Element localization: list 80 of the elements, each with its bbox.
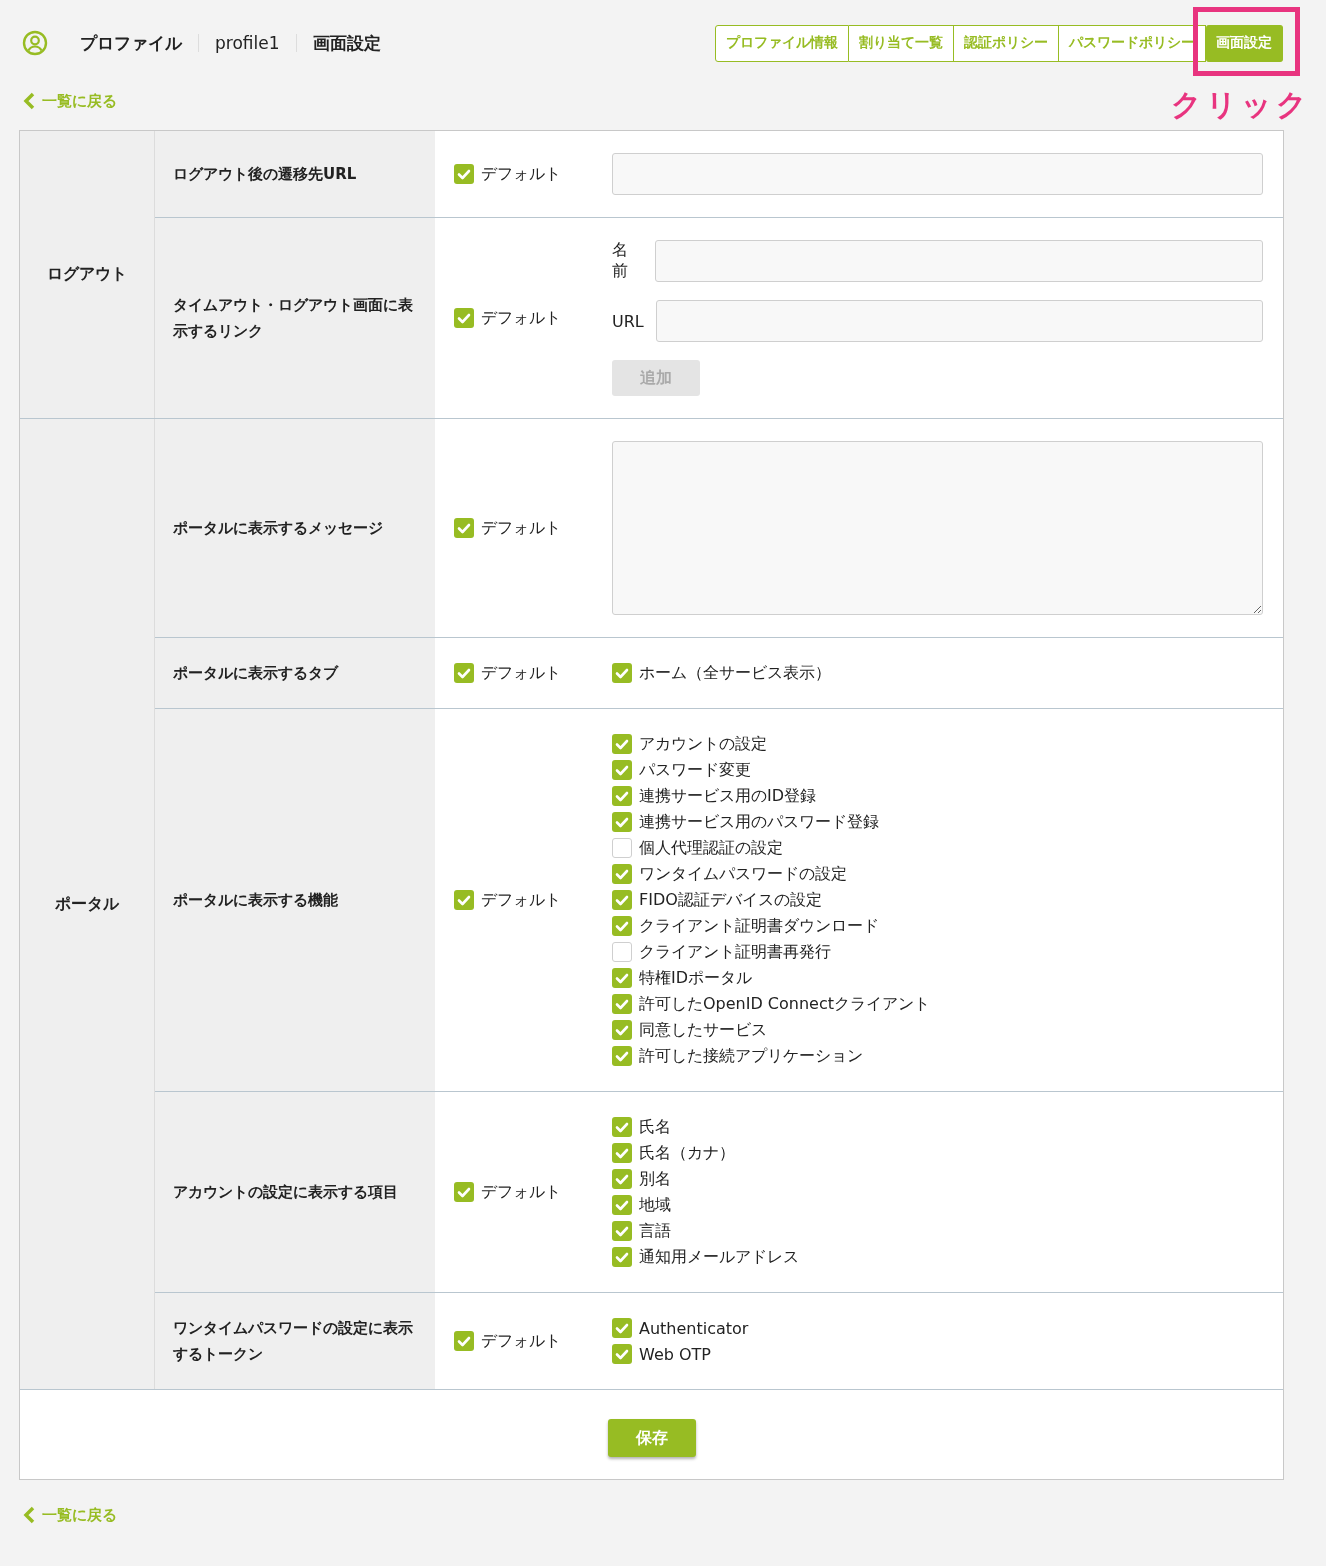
checkbox[interactable]: [612, 1344, 632, 1364]
option-checkbox[interactable]: 地域: [612, 1192, 1263, 1218]
input-field[interactable]: [655, 300, 1263, 342]
checkbox[interactable]: [612, 1117, 632, 1137]
option-checkbox[interactable]: クライアント証明書再発行: [612, 939, 1263, 965]
checkbox[interactable]: [454, 308, 474, 328]
default-checkbox[interactable]: デフォルト: [454, 889, 561, 911]
row-label: アカウントの設定に表示する項目: [155, 1092, 435, 1292]
option-checkbox[interactable]: アカウントの設定: [612, 731, 1263, 757]
option-checkbox[interactable]: 許可したOpenID Connectクライアント: [612, 991, 1263, 1017]
default-checkbox[interactable]: デフォルト: [454, 307, 561, 329]
row-label: ポータルに表示するメッセージ: [155, 419, 435, 637]
breadcrumb-item: 画面設定: [295, 34, 397, 52]
option-checkbox[interactable]: クライアント証明書ダウンロード: [612, 913, 1263, 939]
row-label: ワンタイムパスワードの設定に表示するトークン: [155, 1293, 435, 1389]
default-checkbox[interactable]: デフォルト: [454, 1330, 561, 1352]
option-checkbox[interactable]: Authenticator: [612, 1315, 1263, 1341]
checkbox[interactable]: [454, 164, 474, 184]
default-checkbox[interactable]: デフォルト: [454, 517, 561, 539]
row-label: ポータルに表示するタブ: [155, 638, 435, 708]
checkbox[interactable]: [612, 1221, 632, 1241]
option-checkbox[interactable]: ワンタイムパスワードの設定: [612, 861, 1263, 887]
chevron-left-icon: [22, 1506, 36, 1524]
option-checkbox[interactable]: 特権IDポータル: [612, 965, 1263, 991]
checkbox[interactable]: [612, 1318, 632, 1338]
checkbox[interactable]: [454, 1182, 474, 1202]
checkbox[interactable]: [612, 760, 632, 780]
option-checkbox[interactable]: 個人代理認証の設定: [612, 835, 1263, 861]
default-checkbox[interactable]: デフォルト: [454, 662, 561, 684]
chevron-left-icon: [22, 92, 36, 110]
default-checkbox[interactable]: デフォルト: [454, 163, 561, 185]
checkbox[interactable]: [612, 994, 632, 1014]
message-field[interactable]: [612, 441, 1263, 615]
checkbox[interactable]: [612, 890, 632, 910]
option-checkbox[interactable]: 連携サービス用のID登録: [612, 783, 1263, 809]
checkbox[interactable]: [612, 786, 632, 806]
option-checkbox[interactable]: FIDO認証デバイスの設定: [612, 887, 1263, 913]
group-label: ログアウト: [20, 131, 155, 418]
checkbox[interactable]: [454, 1331, 474, 1351]
option-checkbox[interactable]: 通知用メールアドレス: [612, 1244, 1263, 1270]
row-label: ポータルに表示する機能: [155, 709, 435, 1091]
breadcrumb-item[interactable]: profile1: [198, 34, 296, 52]
row-label: タイムアウト・ログアウト画面に表示するリンク: [155, 218, 435, 418]
checkbox[interactable]: [612, 1020, 632, 1040]
option-checkbox[interactable]: 言語: [612, 1218, 1263, 1244]
checkbox[interactable]: [612, 942, 632, 962]
checkbox[interactable]: [612, 734, 632, 754]
option-checkbox[interactable]: パスワード変更: [612, 757, 1263, 783]
row-label: ログアウト後の遷移先URL: [155, 131, 435, 217]
checkbox[interactable]: [454, 663, 474, 683]
option-checkbox[interactable]: 連携サービス用のパスワード登録: [612, 809, 1263, 835]
checkbox[interactable]: [612, 812, 632, 832]
option-checkbox[interactable]: Web OTP: [612, 1341, 1263, 1367]
checkbox[interactable]: [612, 1169, 632, 1189]
checkbox[interactable]: [612, 838, 632, 858]
group-label: ポータル: [20, 419, 155, 1389]
field-label: URL: [612, 311, 644, 331]
option-checkbox[interactable]: ホーム（全サービス表示）: [612, 660, 1263, 686]
checkbox[interactable]: [454, 518, 474, 538]
option-checkbox[interactable]: 許可した接続アプリケーション: [612, 1043, 1263, 1069]
option-checkbox[interactable]: 氏名（カナ）: [612, 1140, 1263, 1166]
checkbox[interactable]: [612, 1247, 632, 1267]
checkbox[interactable]: [612, 864, 632, 884]
input-field[interactable]: [654, 240, 1263, 282]
checkbox[interactable]: [612, 1143, 632, 1163]
checkbox[interactable]: [612, 1046, 632, 1066]
checkbox[interactable]: [612, 968, 632, 988]
field-label: 名前: [612, 240, 629, 282]
url-field[interactable]: [612, 153, 1263, 195]
checkbox[interactable]: [612, 916, 632, 936]
option-checkbox[interactable]: 別名: [612, 1166, 1263, 1192]
default-checkbox[interactable]: デフォルト: [454, 1181, 561, 1203]
checkbox[interactable]: [454, 890, 474, 910]
user-icon: [22, 30, 48, 56]
annotation-text: クリック: [1171, 85, 1311, 124]
breadcrumb-item[interactable]: プロファイル: [64, 34, 198, 52]
checkbox[interactable]: [612, 663, 632, 683]
option-checkbox[interactable]: 氏名: [612, 1114, 1263, 1140]
checkbox[interactable]: [612, 1195, 632, 1215]
option-checkbox[interactable]: 同意したサービス: [612, 1017, 1263, 1043]
